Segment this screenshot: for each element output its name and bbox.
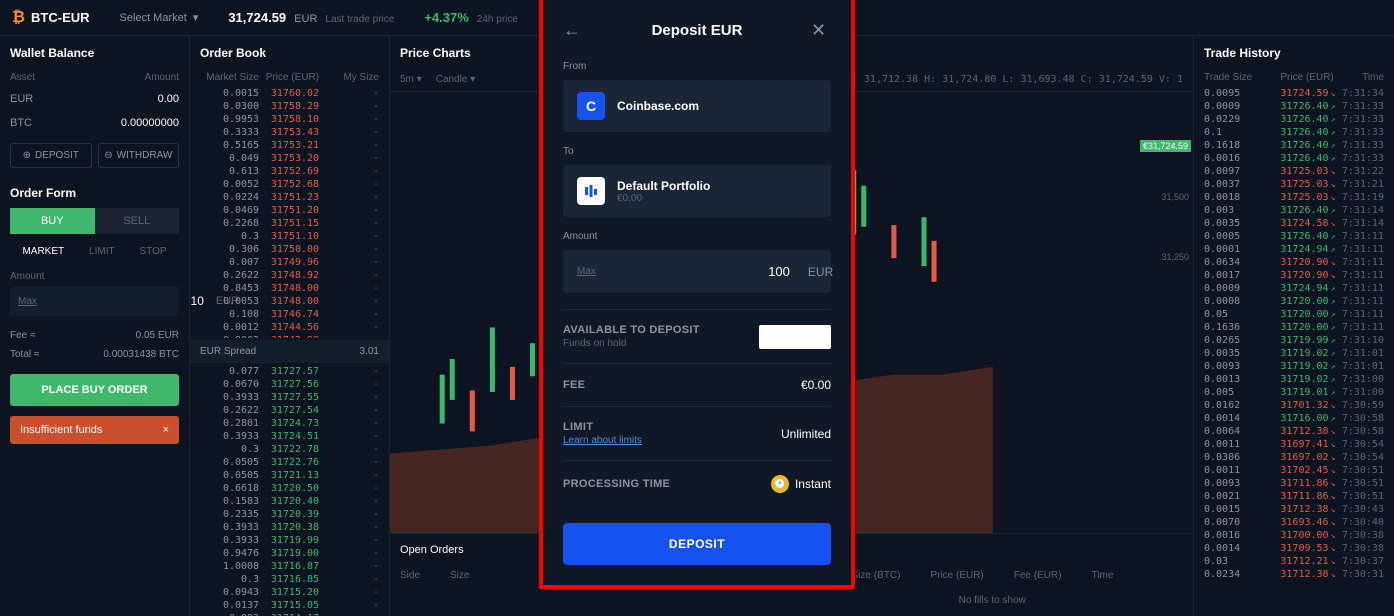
to-account-name: Default Portfolio (617, 179, 710, 193)
deposit-modal: ← Deposit EUR ✕ From C Coinbase.com To D… (539, 0, 855, 589)
modal-amount-input[interactable] (610, 250, 794, 293)
back-button[interactable]: ← (563, 20, 583, 41)
modal-title: Deposit EUR (583, 22, 811, 39)
redacted-value (759, 325, 831, 349)
close-button[interactable]: ✕ (811, 20, 831, 41)
learn-limits-link[interactable]: Learn about limits (563, 435, 642, 446)
modal-overlay: ← Deposit EUR ✕ From C Coinbase.com To D… (0, 0, 1394, 616)
modal-amount-unit: EUR (794, 251, 847, 293)
from-account-name: Coinbase.com (617, 99, 699, 113)
modal-amount-row: Max EUR (563, 250, 831, 293)
modal-amount-label: Amount (563, 231, 831, 242)
portfolio-icon (577, 177, 605, 205)
available-row: AVAILABLE TO DEPOSIT Funds on hold (563, 310, 831, 364)
fee-row: FEE €0.00 (563, 364, 831, 407)
to-account-balance: €0.00 (617, 193, 710, 204)
to-account-selector[interactable]: Default Portfolio €0.00 (563, 165, 831, 217)
clock-icon: 🕐 (771, 475, 789, 493)
processing-time-row: PROCESSING TIME 🕐 Instant (563, 461, 831, 507)
modal-max-button[interactable]: Max (563, 252, 610, 291)
coinbase-icon: C (577, 92, 605, 120)
from-account-selector[interactable]: C Coinbase.com (563, 80, 831, 132)
to-label: To (563, 146, 831, 157)
from-label: From (563, 61, 831, 72)
confirm-deposit-button[interactable]: DEPOSIT (563, 523, 831, 565)
limit-row: LIMIT Learn about limits Unlimited (563, 407, 831, 461)
